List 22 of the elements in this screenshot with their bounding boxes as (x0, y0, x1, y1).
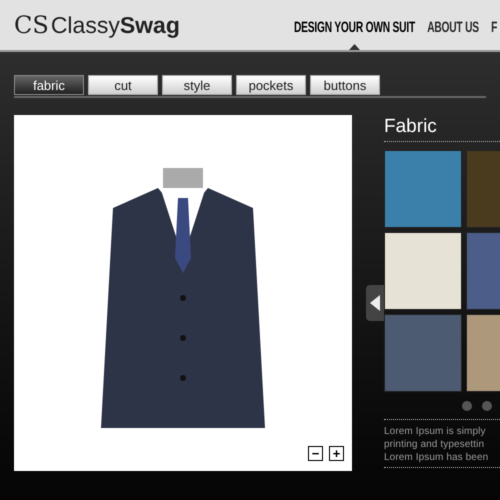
tab[interactable]: buttons (310, 75, 380, 95)
zoom-button[interactable]: + (329, 446, 344, 461)
left-arrow-icon (370, 295, 380, 311)
nav-link[interactable]: F (491, 0, 498, 50)
description-text: printing and typesettin (384, 438, 486, 451)
previous-arrow-button[interactable] (366, 285, 384, 321)
tab[interactable]: style (162, 75, 232, 95)
tab[interactable]: cut (88, 75, 158, 95)
logo-text[interactable]: ClassySwag (50, 8, 180, 42)
description-text: Lorem Ipsum is simply (384, 425, 487, 438)
tab[interactable]: fabric (14, 75, 84, 95)
panel-title: Fabric (384, 115, 438, 139)
logo-mark[interactable]: CS (14, 7, 49, 43)
tab[interactable]: pockets (236, 75, 306, 95)
zoom-button[interactable]: − (308, 446, 323, 461)
fabric-swatch[interactable] (384, 150, 462, 228)
current-page-pointer-icon (349, 44, 360, 50)
nav-link[interactable]: DESIGN YOUR OWN SUIT (294, 0, 415, 50)
fabric-swatch[interactable] (384, 314, 462, 392)
fabric-swatch[interactable] (384, 232, 462, 310)
nav-link[interactable]: ABOUT US (427, 0, 479, 50)
description-text: Lorem Ipsum has been (384, 451, 490, 464)
